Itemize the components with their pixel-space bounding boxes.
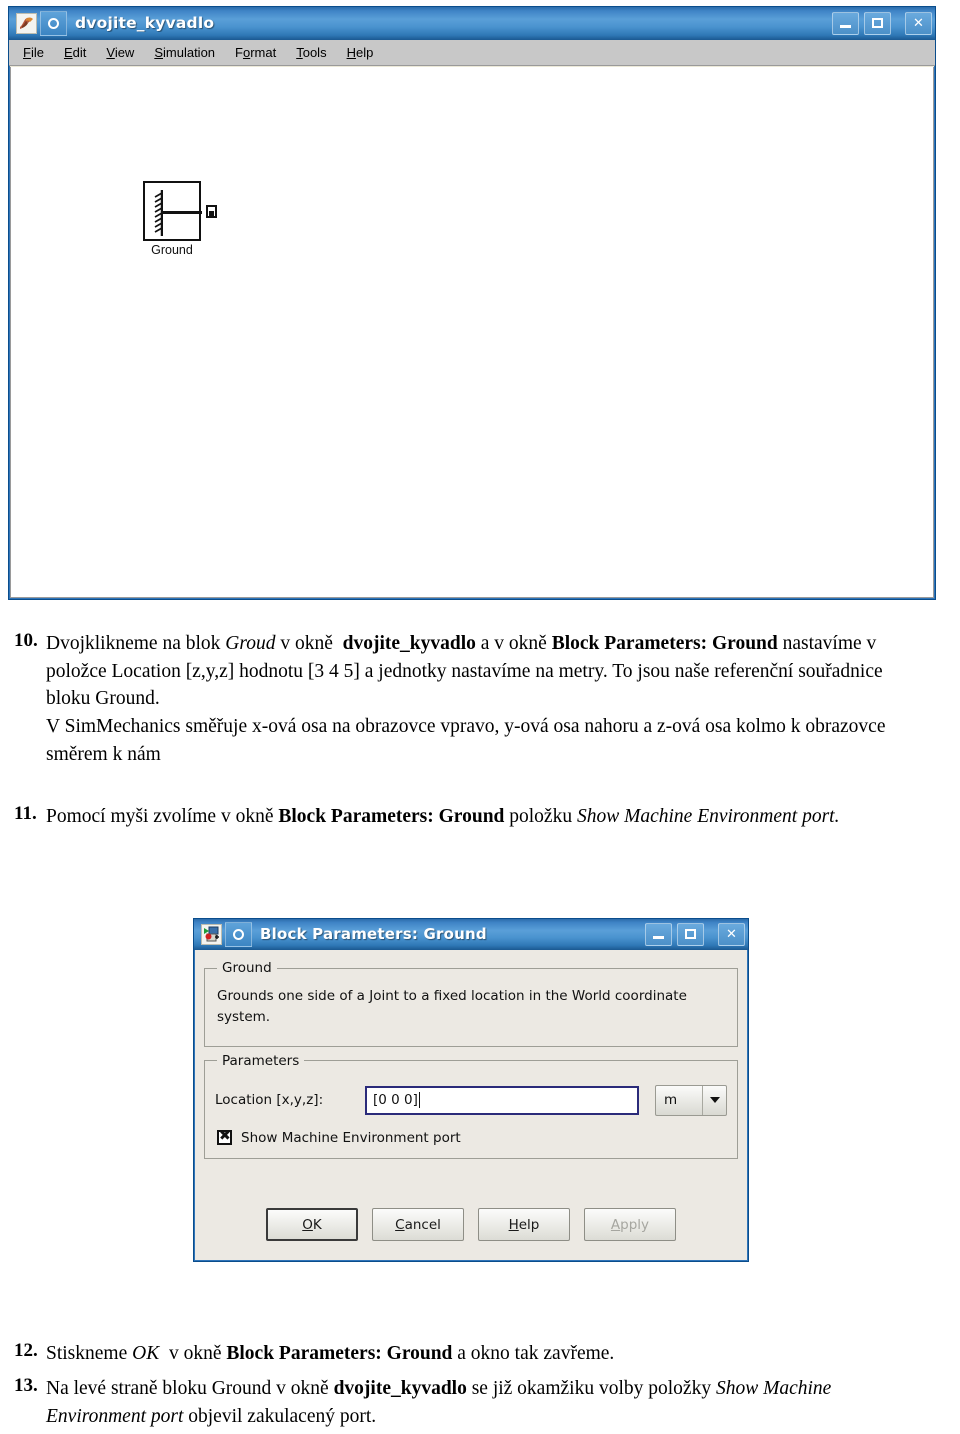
main-window-controls: ✕ (827, 11, 932, 35)
ground-description-text: Grounds one side of a Joint to a fixed l… (217, 988, 687, 1025)
block-parameters-dialog[interactable]: Block Parameters: Ground ✕ Ground Ground… (193, 918, 749, 1262)
main-window-titlebar[interactable]: dvojite_kyvadlo ✕ (9, 7, 935, 40)
dialog-minimize-button[interactable] (645, 922, 672, 946)
simulink-model-window[interactable]: dvojite_kyvadlo ✕ File Edit View Simulat… (8, 6, 936, 600)
units-dropdown[interactable]: m (655, 1084, 727, 1116)
menu-file[interactable]: File (23, 45, 44, 60)
doc-item-12: 12. Stiskneme OK v okně Block Parameters… (0, 1340, 960, 1370)
ground-group-legend: Ground (222, 960, 272, 976)
menu-view[interactable]: View (106, 45, 134, 60)
minimize-button[interactable] (832, 11, 859, 35)
menu-simulation[interactable]: Simulation (154, 45, 215, 60)
menu-format[interactable]: Format (235, 45, 276, 60)
menu-help[interactable]: Help (347, 45, 374, 60)
doc-item-13-text: Na levé straně bloku Ground v okně dvoji… (46, 1378, 832, 1427)
menu-tools[interactable]: Tools (296, 45, 326, 60)
units-dropdown-value: m (664, 1092, 678, 1109)
doc-item-11-number: 11. (14, 803, 37, 824)
maximize-button[interactable] (864, 11, 891, 35)
location-row: Location [x,y,z]: [0 0 0] m (215, 1084, 727, 1116)
block-parameters-logo-svg (202, 924, 221, 944)
main-window-title: dvojite_kyvadlo (75, 14, 215, 32)
ground-block-body[interactable] (143, 181, 217, 241)
location-input-value: [0 0 0] (373, 1092, 418, 1109)
simulink-logo-svg (17, 13, 36, 33)
location-label: Location [x,y,z]: (215, 1092, 324, 1109)
model-canvas[interactable]: Ground (10, 67, 934, 598)
doc-item-12-number: 12. (14, 1340, 38, 1361)
location-input[interactable]: [0 0 0] (365, 1085, 639, 1115)
ground-block[interactable]: Ground (143, 181, 217, 257)
help-button[interactable]: Help (478, 1208, 570, 1241)
text-caret (418, 1092, 420, 1109)
simulink-model-icon (16, 12, 37, 34)
document-icon (225, 921, 252, 947)
show-machine-environment-port-checkbox[interactable]: ✖ Show Machine Environment port (217, 1128, 727, 1146)
doc-item-13-number: 13. (14, 1375, 38, 1396)
parameters-group: Parameters Location [x,y,z]: [0 0 0] m ✖… (204, 1052, 738, 1159)
ground-block-label: Ground (151, 243, 193, 257)
checkbox-label: Show Machine Environment port (241, 1129, 461, 1146)
parameters-group-legend: Parameters (222, 1052, 300, 1069)
doc-item-10-text: Dvojklikneme na blok Groud v okně dvojit… (46, 633, 886, 765)
chevron-down-icon[interactable] (702, 1085, 726, 1115)
dialog-title: Block Parameters: Ground (260, 925, 487, 943)
ok-button[interactable]: OK (266, 1208, 358, 1241)
menu-edit[interactable]: Edit (64, 45, 86, 60)
dialog-close-button[interactable]: ✕ (718, 922, 745, 946)
doc-item-13: 13. Na levé straně bloku Ground v okně d… (0, 1375, 960, 1432)
checkbox-box[interactable]: ✖ (217, 1128, 232, 1146)
doc-item-10-number: 10. (14, 630, 38, 651)
doc-item-11-text: Pomocí myši zvolíme v okně Block Paramet… (46, 806, 840, 827)
dialog-titlebar[interactable]: Block Parameters: Ground ✕ (194, 919, 748, 950)
dialog-window-controls: ✕ (640, 922, 745, 946)
doc-item-11: 11. Pomocí myši zvolíme v okně Block Par… (0, 803, 960, 833)
machine-environment-port[interactable] (206, 205, 217, 218)
doc-item-12-text: Stiskneme OK v okně Block Parameters: Gr… (46, 1343, 615, 1364)
block-parameters-icon (201, 923, 222, 945)
document-icon (40, 10, 67, 36)
ground-description-group: Ground Grounds one side of a Joint to a … (204, 960, 738, 1047)
ground-rod (162, 211, 202, 214)
dialog-button-row: OK Cancel Help Apply (198, 1208, 744, 1241)
cancel-button[interactable]: Cancel (372, 1208, 464, 1241)
apply-button: Apply (584, 1208, 676, 1241)
dialog-maximize-button[interactable] (677, 922, 704, 946)
menubar[interactable]: File Edit View Simulation Format Tools H… (9, 40, 935, 66)
dialog-body: Ground Grounds one side of a Joint to a … (198, 954, 744, 1257)
doc-item-10: 10. Dvojklikneme na blok Groud v okně dv… (0, 630, 960, 770)
checkbox-check-icon: ✖ (219, 1128, 231, 1145)
close-button[interactable]: ✕ (905, 11, 932, 35)
